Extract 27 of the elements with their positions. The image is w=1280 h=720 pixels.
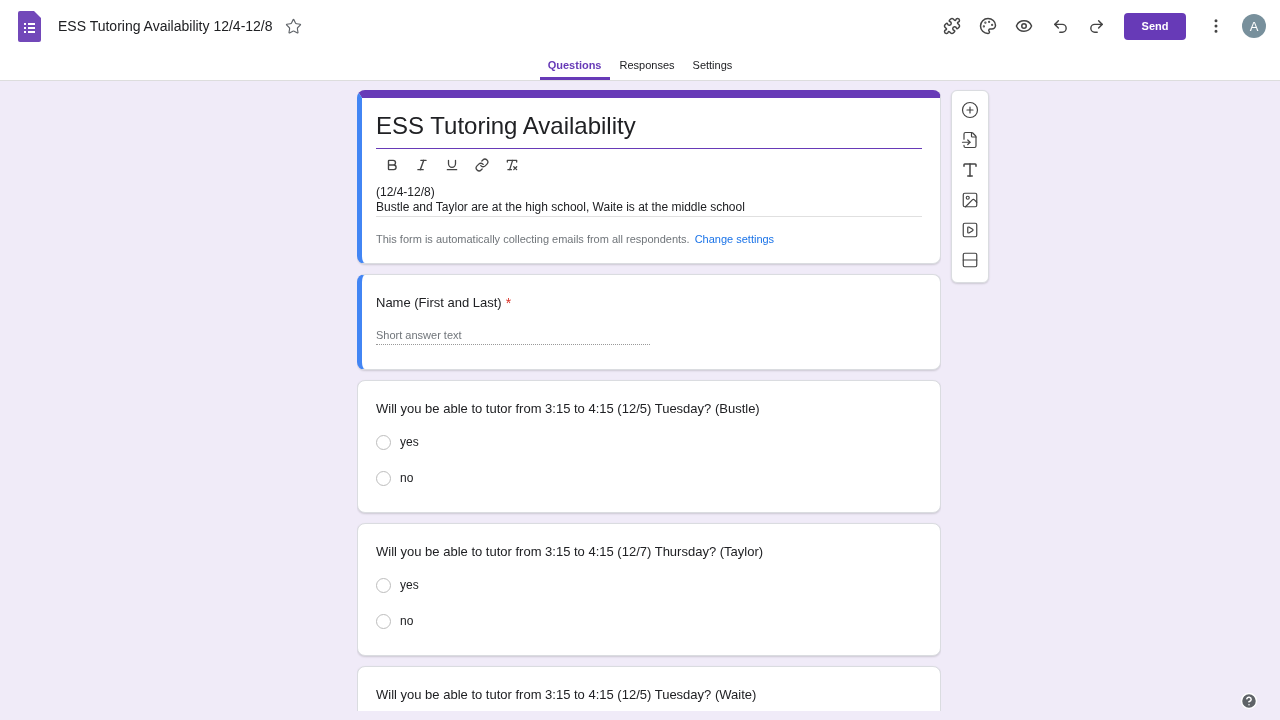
question-card[interactable]: Will you be able to tutor from 3:15 to 4:15 (12/7) Thursday? (Taylor) yes no (357, 523, 941, 656)
question-title: Will you be able to tutor from 3:15 to 4:15 (12/5) Tuesday? (Bustle) (376, 401, 760, 416)
option-label: no (400, 614, 414, 628)
option-label: yes (400, 578, 419, 592)
document-title[interactable]: ESS Tutoring Availability 12/4-12/8 (58, 18, 273, 34)
tab[interactable]: Settings (684, 52, 741, 80)
short-answer-field: Short answer text (376, 329, 650, 345)
form-description-line: Bustle and Taylor are at the high school, Waite is at the middle school (376, 200, 746, 215)
send-button[interactable]: Send (1124, 12, 1186, 40)
question-title: Name (First and Last) (376, 295, 502, 311)
question-card[interactable]: Will you be able to tutor from 3:15 to 4:15 (12/5) Tuesday? (Waite) (357, 666, 941, 711)
help-icon[interactable] (1240, 692, 1258, 710)
change-settings-link[interactable]: Change settings (694, 233, 775, 245)
tab[interactable]: Responses (611, 52, 683, 80)
form-document-icon (18, 10, 41, 42)
form-description-line: (12/4-12/8) (376, 185, 436, 200)
question-card[interactable]: Will you be able to tutor from 3:15 to 4:15 (12/5) Tuesday? (Bustle) yes no (357, 380, 941, 513)
option-label: yes (400, 435, 419, 449)
link-icon[interactable] (472, 155, 492, 175)
option-label: no (400, 471, 414, 485)
form-title[interactable]: ESS Tutoring Availability (376, 112, 922, 149)
tab[interactable]: Questions (539, 52, 610, 80)
question-title: Will you be able to tutor from 3:15 to 4:15 (12/7) Thursday? (Taylor) (376, 544, 764, 559)
required-asterisk: * (505, 295, 512, 311)
question-title: Will you be able to tutor from 3:15 to 4:15 (12/5) Tuesday? (Waite) (376, 687, 757, 702)
question-card[interactable]: Name (First and Last) * Short answer text (357, 274, 941, 370)
email-notice: This form is automatically collecting emails from all respondents. (376, 233, 690, 245)
